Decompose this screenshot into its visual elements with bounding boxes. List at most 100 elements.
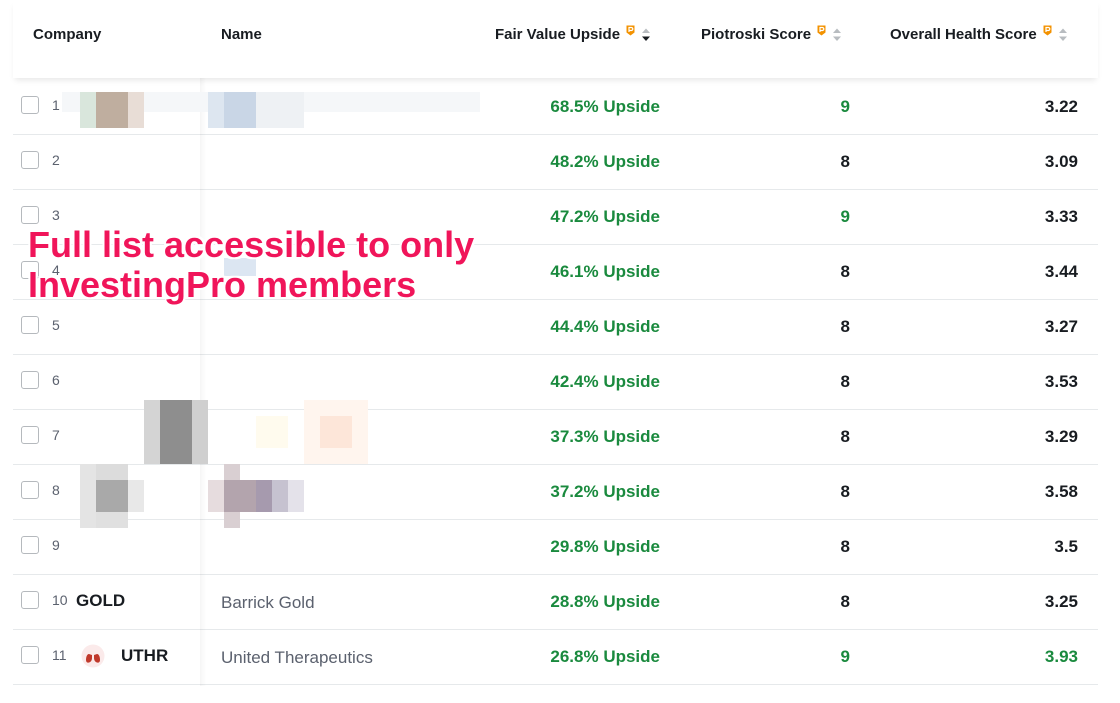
table-row[interactable]: 11 UTHR United Therapeutics 26.8% Upside 9 3.… bbox=[13, 630, 1098, 685]
censor-block bbox=[96, 464, 128, 480]
censor-block bbox=[224, 92, 256, 128]
sort-desc-icon[interactable] bbox=[641, 27, 651, 43]
row-number: 5 bbox=[52, 317, 60, 333]
censor-block bbox=[256, 416, 288, 448]
row-checkbox[interactable] bbox=[21, 481, 39, 499]
row-fair-value-upside: 28.8% Upside bbox=[550, 592, 660, 611]
row-checkbox[interactable] bbox=[21, 591, 39, 609]
censor-block bbox=[208, 92, 224, 128]
overlay-line-2: InvestingPro members bbox=[28, 264, 417, 305]
table-header: Company Name Fair Value Upside Piotroski… bbox=[13, 0, 1098, 78]
censor-block bbox=[160, 400, 192, 464]
row-checkbox[interactable] bbox=[21, 96, 39, 114]
table-row[interactable]: 8 37.2% Upside 8 3.58 bbox=[13, 465, 1098, 520]
row-piotroski-score: 8 bbox=[840, 592, 850, 611]
row-number: 7 bbox=[52, 427, 60, 443]
row-number: 3 bbox=[52, 207, 60, 223]
censor-block bbox=[80, 464, 96, 528]
row-number: 9 bbox=[52, 537, 60, 553]
row-number: 6 bbox=[52, 372, 60, 388]
pro-icon bbox=[626, 25, 635, 36]
row-ticker-link[interactable]: GOLD bbox=[76, 591, 125, 611]
row-piotroski-score: 8 bbox=[840, 372, 850, 391]
row-checkbox[interactable] bbox=[21, 426, 39, 444]
row-fair-value-upside: 37.3% Upside bbox=[550, 427, 660, 446]
row-company-name: Barrick Gold bbox=[221, 593, 315, 612]
row-piotroski-score: 8 bbox=[840, 427, 850, 446]
row-health-score: 3.27 bbox=[1044, 317, 1078, 336]
sort-icon[interactable] bbox=[1058, 27, 1068, 43]
row-health-score: 3.58 bbox=[1044, 482, 1078, 501]
row-fair-value-upside: 48.2% Upside bbox=[550, 152, 660, 171]
header-company[interactable]: Company bbox=[33, 26, 101, 43]
row-number: 1 bbox=[52, 97, 60, 113]
row-health-score: 3.29 bbox=[1044, 427, 1078, 446]
censor-block bbox=[128, 92, 144, 128]
row-piotroski-score: 8 bbox=[840, 317, 850, 336]
row-piotroski-score: 8 bbox=[840, 152, 850, 171]
header-name[interactable]: Name bbox=[221, 26, 262, 43]
censor-block bbox=[192, 400, 208, 464]
row-piotroski-score: 9 bbox=[840, 207, 850, 226]
sort-icon[interactable] bbox=[832, 27, 842, 43]
row-piotroski-score: 9 bbox=[840, 97, 850, 116]
censor-block bbox=[80, 92, 96, 128]
members-only-overlay: Full list accessible to only InvestingPr… bbox=[28, 225, 474, 305]
pro-icon bbox=[817, 25, 826, 36]
row-piotroski-score: 8 bbox=[840, 482, 850, 501]
censor-block bbox=[96, 480, 128, 512]
row-health-score: 3.44 bbox=[1044, 262, 1078, 281]
row-checkbox[interactable] bbox=[21, 206, 39, 224]
row-checkbox[interactable] bbox=[21, 536, 39, 554]
table-body: 1 68.5% Upside 9 3.22 2 48.2% Upside 8 3.09 3 47.… bbox=[13, 80, 1098, 685]
censor-block bbox=[96, 92, 128, 128]
row-number: 11 bbox=[52, 647, 67, 663]
censor-block bbox=[256, 92, 304, 128]
header-piotroski-score[interactable]: Piotroski Score bbox=[701, 25, 842, 43]
censor-block bbox=[272, 480, 288, 512]
row-health-score: 3.33 bbox=[1044, 207, 1078, 226]
row-fair-value-upside: 46.1% Upside bbox=[550, 262, 660, 281]
censor-block bbox=[96, 512, 128, 528]
censor-block bbox=[320, 416, 352, 448]
table-row[interactable]: 9 29.8% Upside 8 3.5 bbox=[13, 520, 1098, 575]
row-fair-value-upside: 26.8% Upside bbox=[550, 647, 660, 666]
row-fair-value-upside: 29.8% Upside bbox=[550, 537, 660, 556]
pro-icon bbox=[1043, 25, 1052, 36]
row-company-name: United Therapeutics bbox=[221, 648, 373, 667]
row-number: 2 bbox=[52, 152, 60, 168]
censor-block bbox=[128, 480, 144, 512]
row-piotroski-score: 9 bbox=[840, 647, 850, 666]
row-fair-value-upside: 68.5% Upside bbox=[550, 97, 660, 116]
row-checkbox[interactable] bbox=[21, 646, 39, 664]
row-health-score: 3.22 bbox=[1044, 97, 1078, 116]
row-checkbox[interactable] bbox=[21, 151, 39, 169]
row-checkbox[interactable] bbox=[21, 316, 39, 334]
row-fair-value-upside: 44.4% Upside bbox=[550, 317, 660, 336]
lungs-icon bbox=[81, 644, 105, 668]
row-health-score: 3.25 bbox=[1044, 592, 1078, 611]
censor-block bbox=[144, 400, 160, 464]
row-ticker-link[interactable]: UTHR bbox=[121, 646, 168, 666]
row-fair-value-upside: 37.2% Upside bbox=[550, 482, 660, 501]
row-piotroski-score: 8 bbox=[840, 262, 850, 281]
row-checkbox[interactable] bbox=[21, 371, 39, 389]
row-health-score: 3.93 bbox=[1044, 647, 1078, 666]
row-health-score: 3.09 bbox=[1044, 152, 1078, 171]
row-piotroski-score: 8 bbox=[840, 537, 850, 556]
row-health-score: 3.53 bbox=[1044, 372, 1078, 391]
censor-block bbox=[208, 480, 224, 512]
row-health-score: 3.5 bbox=[1054, 537, 1078, 556]
row-fair-value-upside: 42.4% Upside bbox=[550, 372, 660, 391]
table-row[interactable]: 2 48.2% Upside 8 3.09 bbox=[13, 135, 1098, 190]
row-number: 8 bbox=[52, 482, 60, 498]
censor-block bbox=[288, 480, 304, 512]
row-fair-value-upside: 47.2% Upside bbox=[550, 207, 660, 226]
header-fair-value-upside[interactable]: Fair Value Upside bbox=[495, 25, 651, 43]
header-overall-health-score[interactable]: Overall Health Score bbox=[890, 25, 1068, 43]
table-row[interactable]: 5 44.4% Upside 8 3.27 bbox=[13, 300, 1098, 355]
row-number: 10 bbox=[52, 592, 68, 608]
overlay-line-1: Full list accessible to only bbox=[28, 224, 475, 265]
censor-block bbox=[256, 480, 272, 512]
table-row[interactable]: 10 GOLD Barrick Gold 28.8% Upside 8 3.25 bbox=[13, 575, 1098, 630]
